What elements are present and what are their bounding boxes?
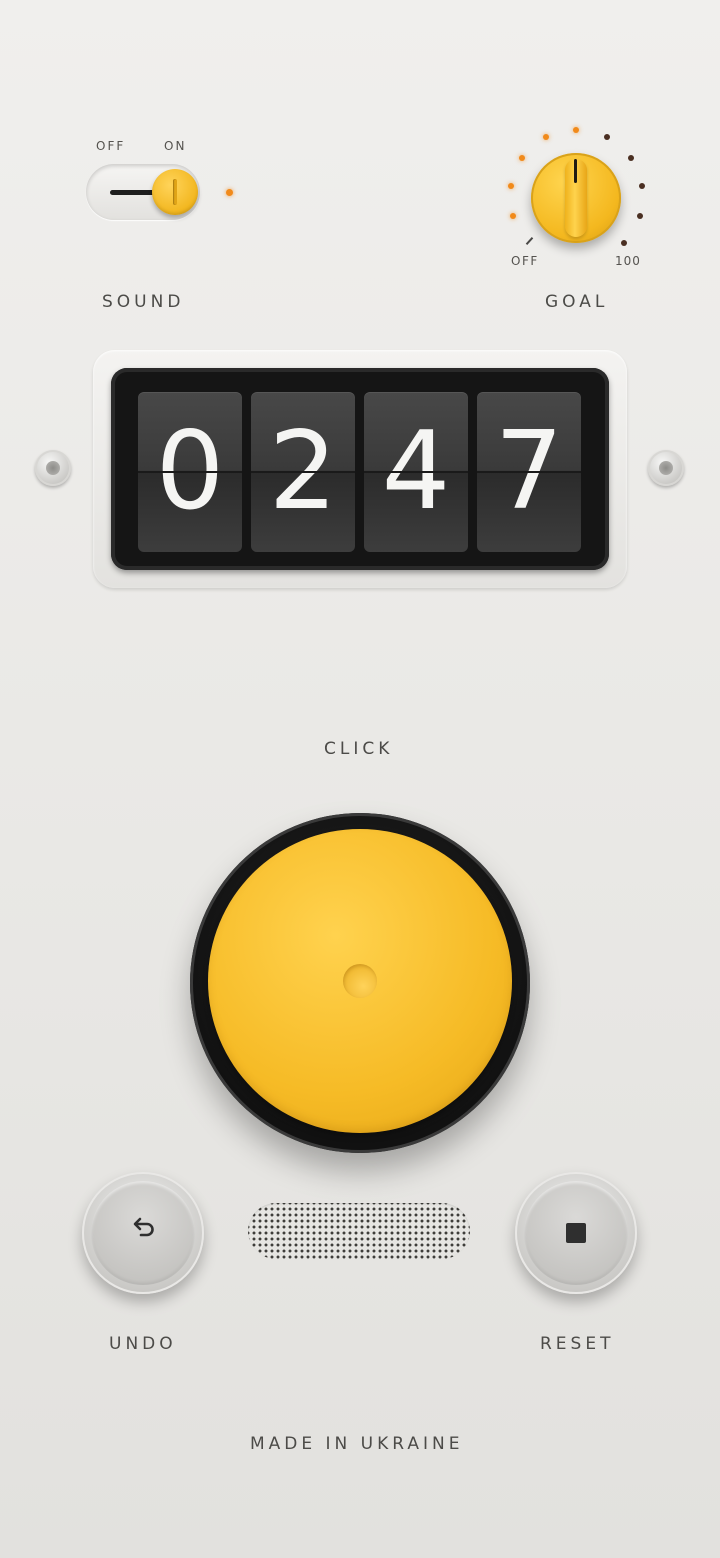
counter-digit: 7 [477,392,581,552]
undo-label: UNDO [109,1334,177,1354]
goal-dot [510,213,516,219]
goal-dot [543,134,549,140]
sound-toggle-knob[interactable] [152,169,198,215]
speaker-grille [248,1203,470,1259]
undo-button[interactable] [82,1172,204,1294]
goal-max-label: 100 [615,254,641,268]
click-button-dimple [343,964,377,998]
sound-off-label: OFF [96,139,126,153]
stop-square-icon [566,1223,586,1243]
goal-dot [508,183,514,189]
goal-min-label: OFF [511,254,539,268]
counter-digit: 0 [138,392,242,552]
goal-dot [637,213,643,219]
reset-button[interactable] [515,1172,637,1294]
counter-app: OFF ON SOUND OFF 100 GOAL 0 2 4 7 CLICK [0,0,720,1558]
sound-toggle[interactable] [86,164,200,220]
goal-min-tick [525,236,534,246]
click-button[interactable] [208,829,512,1133]
goal-knob[interactable] [531,153,621,243]
sound-label: SOUND [102,292,185,312]
goal-dot [604,134,610,140]
counter-digit: 2 [251,392,355,552]
undo-button-face [91,1181,195,1285]
reset-label: RESET [540,1334,615,1354]
counter-digit: 4 [364,392,468,552]
screw-icon [648,450,684,486]
sound-on-label: ON [164,139,187,153]
sound-indicator-led [226,189,233,196]
goal-label: GOAL [545,292,609,312]
goal-dot [621,240,627,246]
goal-knob-pointer [574,159,577,183]
reset-button-face [524,1181,628,1285]
footer-text: MADE IN UKRAINE [250,1434,464,1454]
click-label: CLICK [324,739,394,759]
undo-arrow-icon [133,1217,154,1237]
goal-dot [519,155,525,161]
goal-dot [639,183,645,189]
goal-dot [573,127,579,133]
screw-icon [35,450,71,486]
goal-dot [628,155,634,161]
